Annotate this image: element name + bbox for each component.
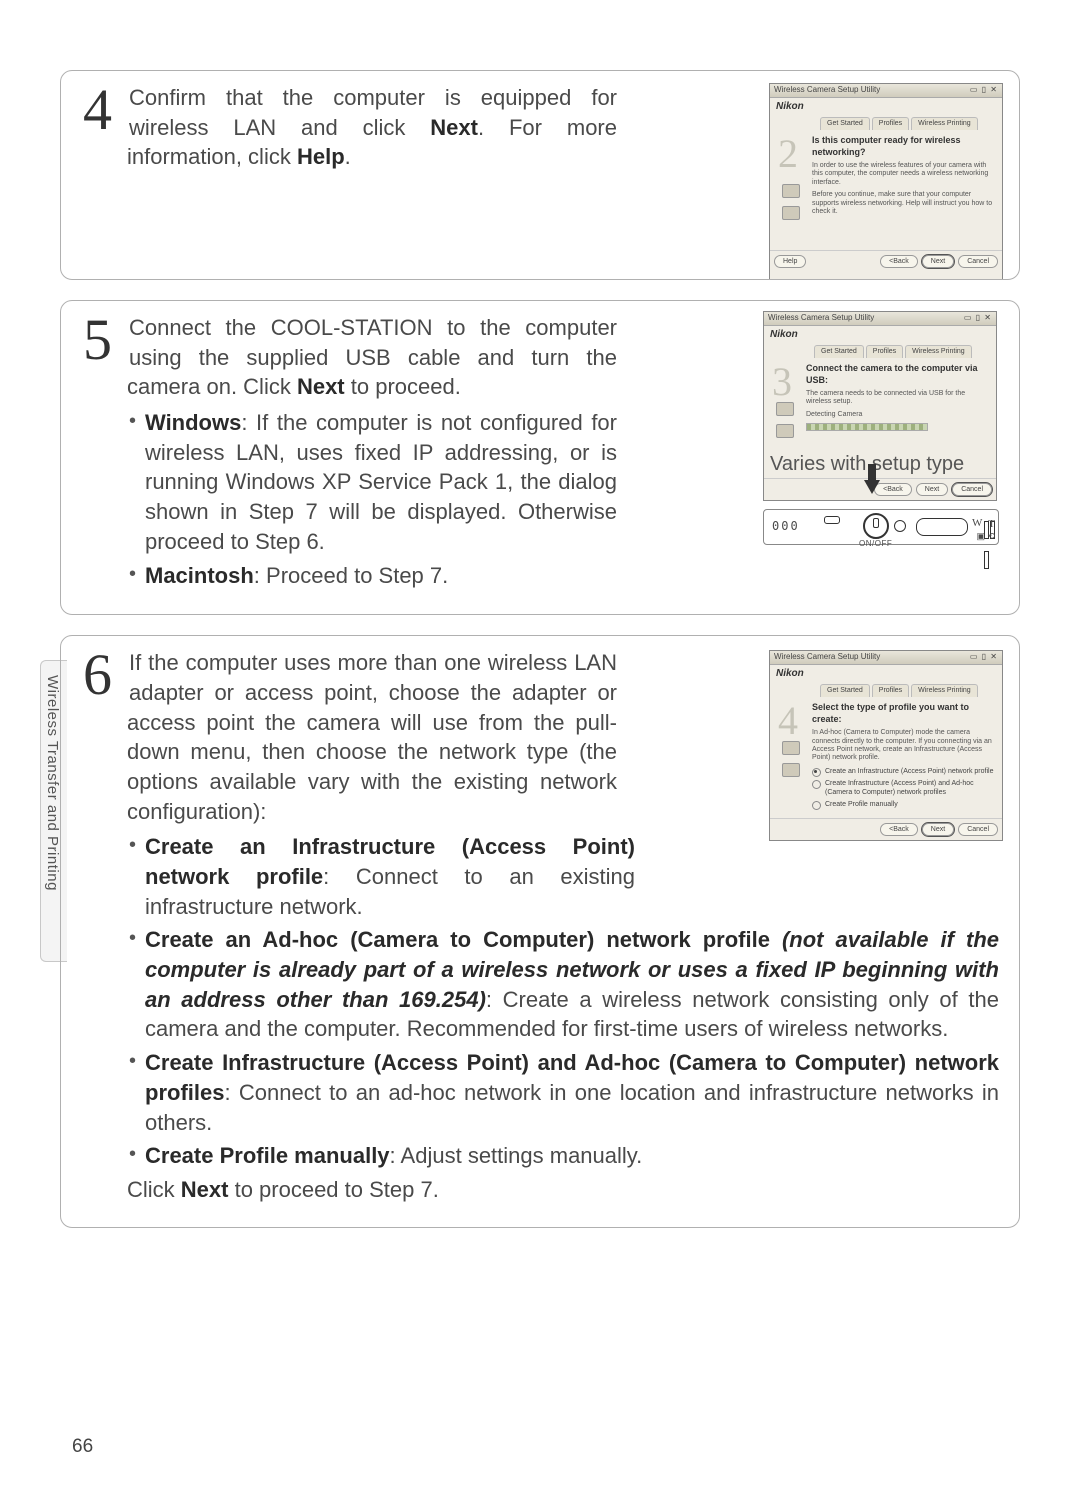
page-number: 66 — [72, 1436, 93, 1458]
step-6-number: 6 — [83, 646, 125, 704]
camera-lcd: 000 — [772, 518, 800, 534]
dialog-titlebar: Wireless Camera Setup Utility ▭ ▯ ✕ — [764, 312, 996, 326]
wizard-step-number: 4 — [778, 701, 798, 741]
wizard-text-2: Before you continue, make sure that your… — [812, 191, 996, 216]
step-4: 4 Confirm that the computer is equipped … — [60, 70, 1020, 280]
step-5-windows: Windows: If the computer is not configur… — [145, 408, 617, 556]
wizard-step-number: 2 — [778, 134, 798, 174]
step-4-screenshot: Wireless Camera Setup Utility ▭ ▯ ✕ Niko… — [769, 83, 1003, 280]
step-5-text: Connect the COOL-STATION to the computer… — [127, 313, 617, 402]
cancel-button[interactable]: Cancel — [952, 483, 992, 496]
computer-icon — [782, 741, 800, 755]
dialog-tabs: Get Started Profiles Wireless Printing — [770, 115, 1002, 129]
step-6-intro: If the computer uses more than one wirel… — [127, 648, 617, 826]
next-button[interactable]: Next — [922, 255, 954, 268]
tab-profiles: Profiles — [872, 684, 909, 696]
cancel-button[interactable]: Cancel — [958, 255, 998, 268]
manual-page: Wireless Transfer and Printing 4 Confirm… — [0, 0, 1080, 1486]
wizard-icons — [782, 741, 800, 777]
radio-icon — [812, 801, 821, 810]
step-6: 6 If the computer uses more than one wir… — [60, 635, 1020, 1227]
computer-icon — [776, 402, 794, 416]
step-5-mac: Macintosh: Proceed to Step 7. — [145, 561, 617, 591]
step-6-bullet-1: Create an Infrastructure (Access Point) … — [145, 832, 635, 921]
camera-circle-icon — [894, 520, 906, 532]
radio-option-2[interactable]: Create Infrastructure (Access Point) and… — [812, 779, 996, 798]
dialog-tabs: Get Started Profiles Wireless Printing — [764, 343, 996, 357]
step-6-bullet-2: Create an Ad-hoc (Camera to Computer) ne… — [145, 925, 999, 1044]
wizard-icons — [776, 402, 794, 438]
window-controls-icon: ▭ ▯ ✕ — [964, 313, 992, 324]
tab-profiles: Profiles — [872, 117, 909, 129]
tab-get-started: Get Started — [820, 117, 870, 129]
wizard-text-1: The camera needs to be connected via USB… — [806, 390, 990, 407]
tab-wireless-printing: Wireless Printing — [911, 684, 978, 696]
radio-option-1[interactable]: Create an Infrastructure (Access Point) … — [812, 767, 996, 777]
tab-get-started: Get Started — [814, 345, 864, 357]
camera-icon — [776, 424, 794, 438]
camera-onoff: ON/OFF — [859, 513, 892, 550]
cancel-button[interactable]: Cancel — [958, 823, 998, 836]
tab-wireless-printing: Wireless Printing — [911, 117, 978, 129]
dialog-tabs: Get Started Profiles Wireless Printing — [770, 682, 1002, 696]
dialog-logo: Nikon — [770, 98, 1002, 116]
wizard-icons — [782, 184, 800, 220]
step-4-number: 4 — [83, 81, 125, 139]
next-button[interactable]: Next — [922, 823, 954, 836]
wizard-step-number: 3 — [772, 362, 792, 402]
dialog-titlebar: Wireless Camera Setup Utility ▭ ▯ ✕ — [770, 84, 1002, 98]
dialog-titlebar: Wireless Camera Setup Utility ▭ ▯ ✕ — [770, 651, 1002, 665]
window-controls-icon: ▭ ▯ ✕ — [970, 652, 998, 663]
wizard-heading: Is this computer ready for wireless netw… — [812, 134, 996, 158]
progress-bar — [806, 423, 928, 431]
radio-option-3[interactable]: Create Profile manually — [812, 800, 996, 810]
side-tab-label: Wireless Transfer and Printing — [44, 675, 61, 891]
dialog-logo: Nikon — [770, 665, 1002, 683]
tab-get-started: Get Started — [820, 684, 870, 696]
wizard-text-1: In order to use the wireless features of… — [812, 162, 996, 187]
radio-icon — [812, 768, 821, 777]
antenna-icon — [782, 184, 800, 198]
step-6-closing: Click Next to proceed to Step 7. — [127, 1175, 999, 1205]
step-5-right-column: Wireless Camera Setup Utility ▭ ▯ ✕ Niko… — [763, 311, 1003, 545]
window-controls-icon: ▭ ▯ ✕ — [970, 85, 998, 96]
radio-icon — [812, 780, 821, 789]
zoom-w-icon: W — [972, 516, 982, 531]
onoff-label: ON/OFF — [859, 539, 892, 550]
step-5-number: 5 — [83, 311, 125, 369]
wizard-heading: Select the type of profile you want to c… — [812, 701, 996, 725]
dialog-logo: Nikon — [764, 326, 996, 344]
detecting-label: Detecting Camera — [806, 411, 990, 419]
step-6-screenshot: Wireless Camera Setup Utility ▭ ▯ ✕ Niko… — [769, 650, 1003, 841]
camera-slot-icon — [916, 518, 968, 536]
tab-profiles: Profiles — [866, 345, 903, 357]
step-6-bullet-4: Create Profile manually: Adjust settings… — [145, 1141, 999, 1171]
camera-indicator-icon — [824, 516, 840, 524]
wizard-heading: Connect the camera to the computer via U… — [806, 362, 990, 386]
help-button[interactable]: Help — [774, 255, 806, 268]
power-dial-icon — [863, 513, 889, 539]
varies-label: Varies with setup type — [764, 448, 996, 478]
wizard-text-1: In Ad-hoc (Camera to Computer) mode the … — [812, 729, 996, 763]
step-5-screenshot: Wireless Camera Setup Utility ▭ ▯ ✕ Niko… — [763, 311, 997, 501]
playback-icon: ▣ ⟲ — [976, 530, 995, 542]
arrow-down-icon — [864, 480, 880, 494]
computer-icon — [782, 206, 800, 220]
step-4-text: Confirm that the computer is equipped fo… — [127, 83, 617, 172]
next-button[interactable]: Next — [916, 483, 948, 496]
back-button[interactable]: <Back — [880, 255, 918, 268]
step-5: 5 Connect the COOL-STATION to the comput… — [60, 300, 1020, 615]
tab-wireless-printing: Wireless Printing — [905, 345, 972, 357]
step-6-bullet-3: Create Infrastructure (Access Point) and… — [145, 1048, 999, 1137]
camera-icon — [782, 763, 800, 777]
back-button[interactable]: <Back — [880, 823, 918, 836]
camera-illustration: 000 ON/OFF W T ▣ ⟲ — [763, 509, 999, 545]
